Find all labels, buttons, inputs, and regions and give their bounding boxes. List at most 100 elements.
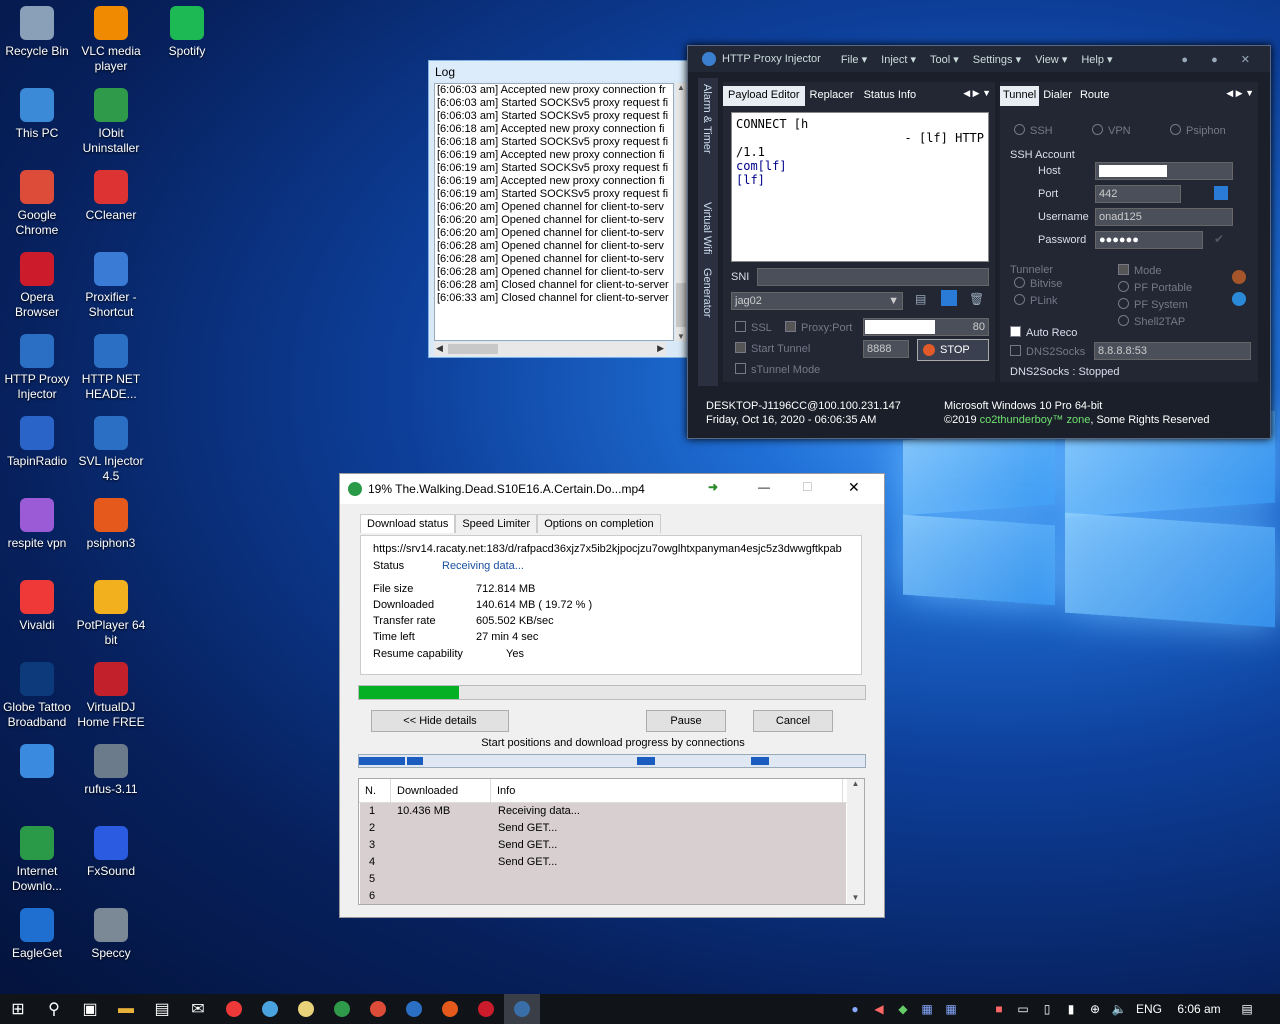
close-icon[interactable]: ✕ <box>848 479 860 496</box>
search-icon[interactable]: ⚲ <box>36 994 72 1024</box>
tab-nav-arrows-icon[interactable]: ◀ ▶ ▼ <box>1226 88 1254 99</box>
vivaldi-icon[interactable] <box>216 994 252 1024</box>
stop-button[interactable]: STOP <box>917 339 989 361</box>
globe-icon[interactable]: ⊕ <box>1086 994 1104 1024</box>
store-icon[interactable]: ▤ <box>144 994 180 1024</box>
desktop-icon[interactable]: HTTP Proxy Injector <box>0 334 74 402</box>
desktop-icon[interactable]: EagleGet <box>0 908 74 961</box>
http-proxy-injector-window[interactable]: HTTP Proxy Injector File ▾ Inject ▾ Tool ▾… <box>687 45 1271 439</box>
table-row[interactable]: 5 <box>360 871 846 888</box>
cancel-button[interactable]: Cancel <box>753 710 833 732</box>
scroll-left-icon[interactable]: ◀ <box>436 343 443 354</box>
save-account-icon[interactable] <box>1214 186 1228 200</box>
psiphon-radio[interactable]: Psiphon <box>1170 124 1226 137</box>
menu-help[interactable]: Help ▾ <box>1081 53 1112 66</box>
tab-route[interactable]: Route <box>1076 86 1113 106</box>
payload-editor[interactable]: CONNECT [h - [lf] HTTP /1.1 com[lf] [lf] <box>731 112 989 262</box>
table-row[interactable]: 1 10.436 MB Receiving data... <box>360 803 846 820</box>
app-tray-icon[interactable]: ▦ <box>942 994 960 1024</box>
tab-download-status[interactable]: Download status <box>360 514 456 533</box>
tab-options-on-completion[interactable]: Options on completion <box>537 514 661 533</box>
log-horizontal-scrollbar[interactable]: ◀ ▶ <box>434 342 666 356</box>
col-info[interactable]: Info <box>491 779 843 802</box>
desktop-icon[interactable]: HTTP NET HEADE... <box>74 334 148 402</box>
notes-icon[interactable] <box>288 994 324 1024</box>
desktop-icon[interactable]: Recycle Bin <box>0 6 74 59</box>
desktop-icon[interactable]: VirtualDJ Home FREE <box>74 662 148 730</box>
table-row[interactable]: 2 Send GET... <box>360 820 846 837</box>
app-icon[interactable] <box>252 994 288 1024</box>
window-controls-icon[interactable]: ● ● ✕ <box>1181 53 1260 66</box>
auto-reco-checkbox[interactable]: Auto Reco <box>1010 326 1077 339</box>
log-vertical-scrollbar[interactable]: ▲ ▼ <box>675 83 687 341</box>
signal-icon[interactable]: ▮ <box>1062 994 1080 1024</box>
file-explorer-icon[interactable]: ▬ <box>108 994 144 1024</box>
delete-icon[interactable]: 🗑 <box>969 292 984 306</box>
desktop-icon[interactable]: SVL Injector 4.5 <box>74 416 148 484</box>
hide-details-button[interactable]: << Hide details <box>371 710 509 732</box>
table-row[interactable]: 3 Send GET... <box>360 837 846 854</box>
desktop-icon[interactable]: Internet Downlo... <box>0 826 74 894</box>
start-tunnel-checkbox[interactable]: Start Tunnel <box>735 342 810 355</box>
tab-dialer[interactable]: Dialer <box>1039 86 1076 106</box>
scroll-down-icon[interactable]: ▼ <box>847 893 864 902</box>
menu-view[interactable]: View ▾ <box>1035 53 1067 66</box>
port-input[interactable]: 442 <box>1095 185 1181 203</box>
desktop-icon[interactable]: VLC media player <box>74 6 148 74</box>
desktop-icon[interactable]: IObit Uninstaller <box>74 88 148 156</box>
tab-speed-limiter[interactable]: Speed Limiter <box>455 514 538 533</box>
clock[interactable]: 6:06 am <box>1168 994 1230 1024</box>
menu-settings[interactable]: Settings ▾ <box>973 53 1021 66</box>
table-scrollbar[interactable]: ▲ ▼ <box>847 779 864 904</box>
globe-tray-icon[interactable]: ◆ <box>894 994 912 1024</box>
dns-input[interactable]: 8.8.8.8:53 <box>1094 342 1251 360</box>
pf-system-radio[interactable]: PF System <box>1118 298 1188 311</box>
menu-tool[interactable]: Tool ▾ <box>930 53 959 66</box>
host-input[interactable] <box>1095 162 1233 180</box>
desktop-icon[interactable]: Globe Tattoo Broadband <box>0 662 74 730</box>
desktop-icon[interactable]: TapinRadio <box>0 416 74 469</box>
touch-keyboard-icon[interactable]: ▭ <box>1014 994 1032 1024</box>
stunnel-checkbox[interactable]: sTunnel Mode <box>735 363 820 376</box>
security-tray-icon[interactable]: ■ <box>990 994 1008 1024</box>
open-icon[interactable]: ▤ <box>915 292 926 306</box>
menu-file[interactable]: File ▾ <box>841 53 867 66</box>
menu-inject[interactable]: Inject ▾ <box>881 53 916 66</box>
task-view-icon[interactable]: ▣ <box>72 994 108 1024</box>
desktop-icon[interactable]: FxSound <box>74 826 148 879</box>
desktop-icon[interactable] <box>0 744 74 782</box>
table-row[interactable]: 6 <box>360 888 846 904</box>
shell2tap-radio[interactable]: Shell2TAP <box>1118 315 1185 328</box>
maximize-icon[interactable]: ☐ <box>802 480 813 494</box>
pause-button[interactable]: Pause <box>646 710 726 732</box>
network-tray-icon[interactable]: ▦ <box>918 994 936 1024</box>
iobit-icon[interactable] <box>324 994 360 1024</box>
log-scroll-thumb[interactable] <box>676 283 686 327</box>
sni-input[interactable] <box>757 268 989 286</box>
tab-replacer[interactable]: Replacer <box>805 86 859 106</box>
desktop-icon[interactable]: CCleaner <box>74 170 148 223</box>
scroll-up-icon[interactable]: ▲ <box>847 779 864 788</box>
scroll-right-icon[interactable]: ▶ <box>657 343 664 354</box>
bitvise-radio[interactable]: Bitvise <box>1014 277 1062 290</box>
tab-status-info[interactable]: Status Info <box>859 86 922 106</box>
refresh-icon[interactable] <box>1232 292 1246 306</box>
desktop-icon[interactable]: respite vpn <box>0 498 74 551</box>
password-input[interactable]: ●●●●●● <box>1095 231 1203 249</box>
language-indicator[interactable]: ENG <box>1134 994 1164 1024</box>
proxy-port-checkbox[interactable]: Proxy:Port <box>785 321 852 334</box>
chrome-icon[interactable] <box>360 994 396 1024</box>
desktop-icon[interactable]: Proxifier - Shortcut <box>74 252 148 320</box>
tab-nav-arrows-icon[interactable]: ◀ ▶ ▼ <box>963 88 991 99</box>
desktop-icon[interactable]: This PC <box>0 88 74 141</box>
desktop-icon[interactable]: Google Chrome <box>0 170 74 238</box>
mode-checkbox[interactable]: Mode <box>1118 264 1162 277</box>
usb-icon[interactable]: ▯ <box>1038 994 1056 1024</box>
plink-radio[interactable]: PLink <box>1014 294 1058 307</box>
log-window[interactable]: Log [6:06:03 am] Accepted new proxy conn… <box>428 60 688 358</box>
start-icon[interactable]: ⊞ <box>0 994 36 1024</box>
log-hscroll-thumb[interactable] <box>448 344 498 354</box>
check-icon[interactable]: ✔ <box>1214 232 1224 246</box>
desktop-icon[interactable]: PotPlayer 64 bit <box>74 580 148 648</box>
tab-generator[interactable]: Generator <box>701 268 713 318</box>
